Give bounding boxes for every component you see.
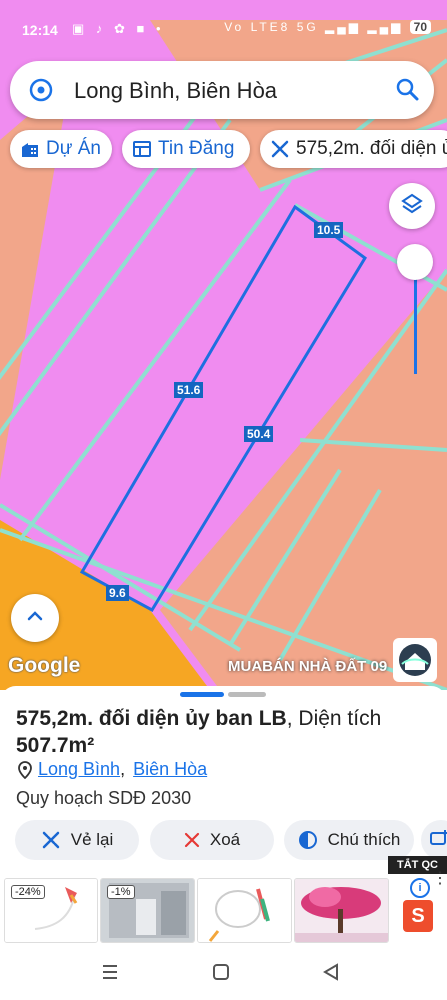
status-right: Vo LTE8 5G ▂▄▆ ▂▄▆ 70 <box>224 20 431 34</box>
ruler-icon <box>270 139 290 159</box>
measure-bottom-label: 9.6 <box>106 585 129 601</box>
chevron-up-icon <box>25 606 45 631</box>
measure-right-label: 50.4 <box>244 426 274 442</box>
opacity-slider-knob[interactable] <box>397 244 433 280</box>
sheet-handle-inactive[interactable] <box>228 692 266 697</box>
status-time: 12:14 <box>22 22 58 38</box>
location-ward-link[interactable]: Long Bình <box>38 759 120 780</box>
add-photo-icon <box>429 828 447 853</box>
legend-button[interactable]: Chú thích <box>284 820 414 860</box>
layers-button[interactable] <box>389 183 435 229</box>
delete-label: Xoá <box>209 830 241 849</box>
recent-apps-icon[interactable] <box>100 963 120 986</box>
shopee-icon[interactable]: S <box>403 900 433 932</box>
ad-item[interactable]: -24% <box>4 878 98 943</box>
back-icon[interactable] <box>322 963 340 986</box>
chip-current-plot-label: 575,2m. đối diện ủy <box>296 138 447 159</box>
search-query[interactable]: Long Bình, Biên Hòa <box>74 78 277 104</box>
location-line: Long Bình , Biên Hòa <box>18 759 207 780</box>
redraw-button[interactable]: Vẻ lại <box>15 820 139 860</box>
discount-badge: -1% <box>107 885 135 899</box>
watermark-text: MUABÁN NHÀ ĐẤT 09 <box>228 658 388 675</box>
measure-left-label: 51.6 <box>174 382 204 398</box>
chip-tin-dang-label: Tin Đăng <box>158 138 235 159</box>
sheet-handle-active[interactable] <box>180 692 224 697</box>
legend-icon <box>298 830 318 850</box>
plan-label: Quy hoạch SDĐ 2030 <box>16 788 192 808</box>
location-city-link[interactable]: Biên Hòa <box>133 759 207 780</box>
ad-image <box>198 879 291 942</box>
chip-current-plot[interactable]: 575,2m. đối diện ủy <box>260 130 447 168</box>
home-icon[interactable] <box>212 963 230 986</box>
listing-icon <box>132 139 152 159</box>
search-bar[interactable]: Long Bình, Biên Hòa <box>10 61 434 119</box>
ad-image <box>295 879 388 942</box>
google-logo: Google <box>8 654 81 677</box>
ad-item[interactable] <box>294 878 389 943</box>
ad-info-icon[interactable]: i <box>410 878 430 898</box>
location-pin-icon <box>28 77 54 108</box>
discount-badge: -24% <box>11 885 45 899</box>
chip-tin-dang[interactable]: Tin Đăng <box>122 130 250 168</box>
ad-item[interactable]: -1% <box>100 878 195 943</box>
search-icon[interactable] <box>394 76 420 107</box>
status-bar: 12:14 ▣ ♪ ✿ ■ • Vo LTE8 5G ▂▄▆ ▂▄▆ 70 <box>0 0 447 56</box>
expand-button[interactable] <box>11 594 59 642</box>
plot-title-area-label: , Diện tích <box>286 707 382 730</box>
brand-logo-icon[interactable] <box>393 638 437 682</box>
signal-icon: 5G ▂▄▆ ▂▄▆ <box>296 20 404 34</box>
plot-title: 575,2m. đối diện ủy ban LB, Diện tích 50… <box>16 705 436 759</box>
measure-top-label: 10.5 <box>314 222 344 238</box>
network-label: Vo LTE8 <box>224 20 291 34</box>
building-icon <box>20 139 40 159</box>
notification-icons: ▣ ♪ ✿ ■ • <box>72 21 165 36</box>
location-separator: , <box>120 759 126 779</box>
chip-du-an-label: Dự Án <box>46 138 101 159</box>
close-icon <box>184 832 200 848</box>
map-pin-icon <box>18 760 32 779</box>
battery-icon: 70 <box>409 20 431 34</box>
more-options-icon[interactable]: ⋮ <box>432 871 447 887</box>
layers-icon <box>400 192 424 221</box>
system-nav-bar <box>0 945 447 1000</box>
legend-label: Chú thích <box>327 830 401 849</box>
redraw-icon <box>41 830 61 850</box>
delete-button[interactable]: Xoá <box>150 820 274 860</box>
plot-area-value: 507.7m² <box>16 734 95 757</box>
chip-du-an[interactable]: Dự Án <box>10 130 112 168</box>
ad-item[interactable] <box>197 878 292 943</box>
plot-title-main: 575,2m. đối diện ủy ban LB <box>16 707 287 730</box>
redraw-label: Vẻ lại <box>70 830 114 849</box>
